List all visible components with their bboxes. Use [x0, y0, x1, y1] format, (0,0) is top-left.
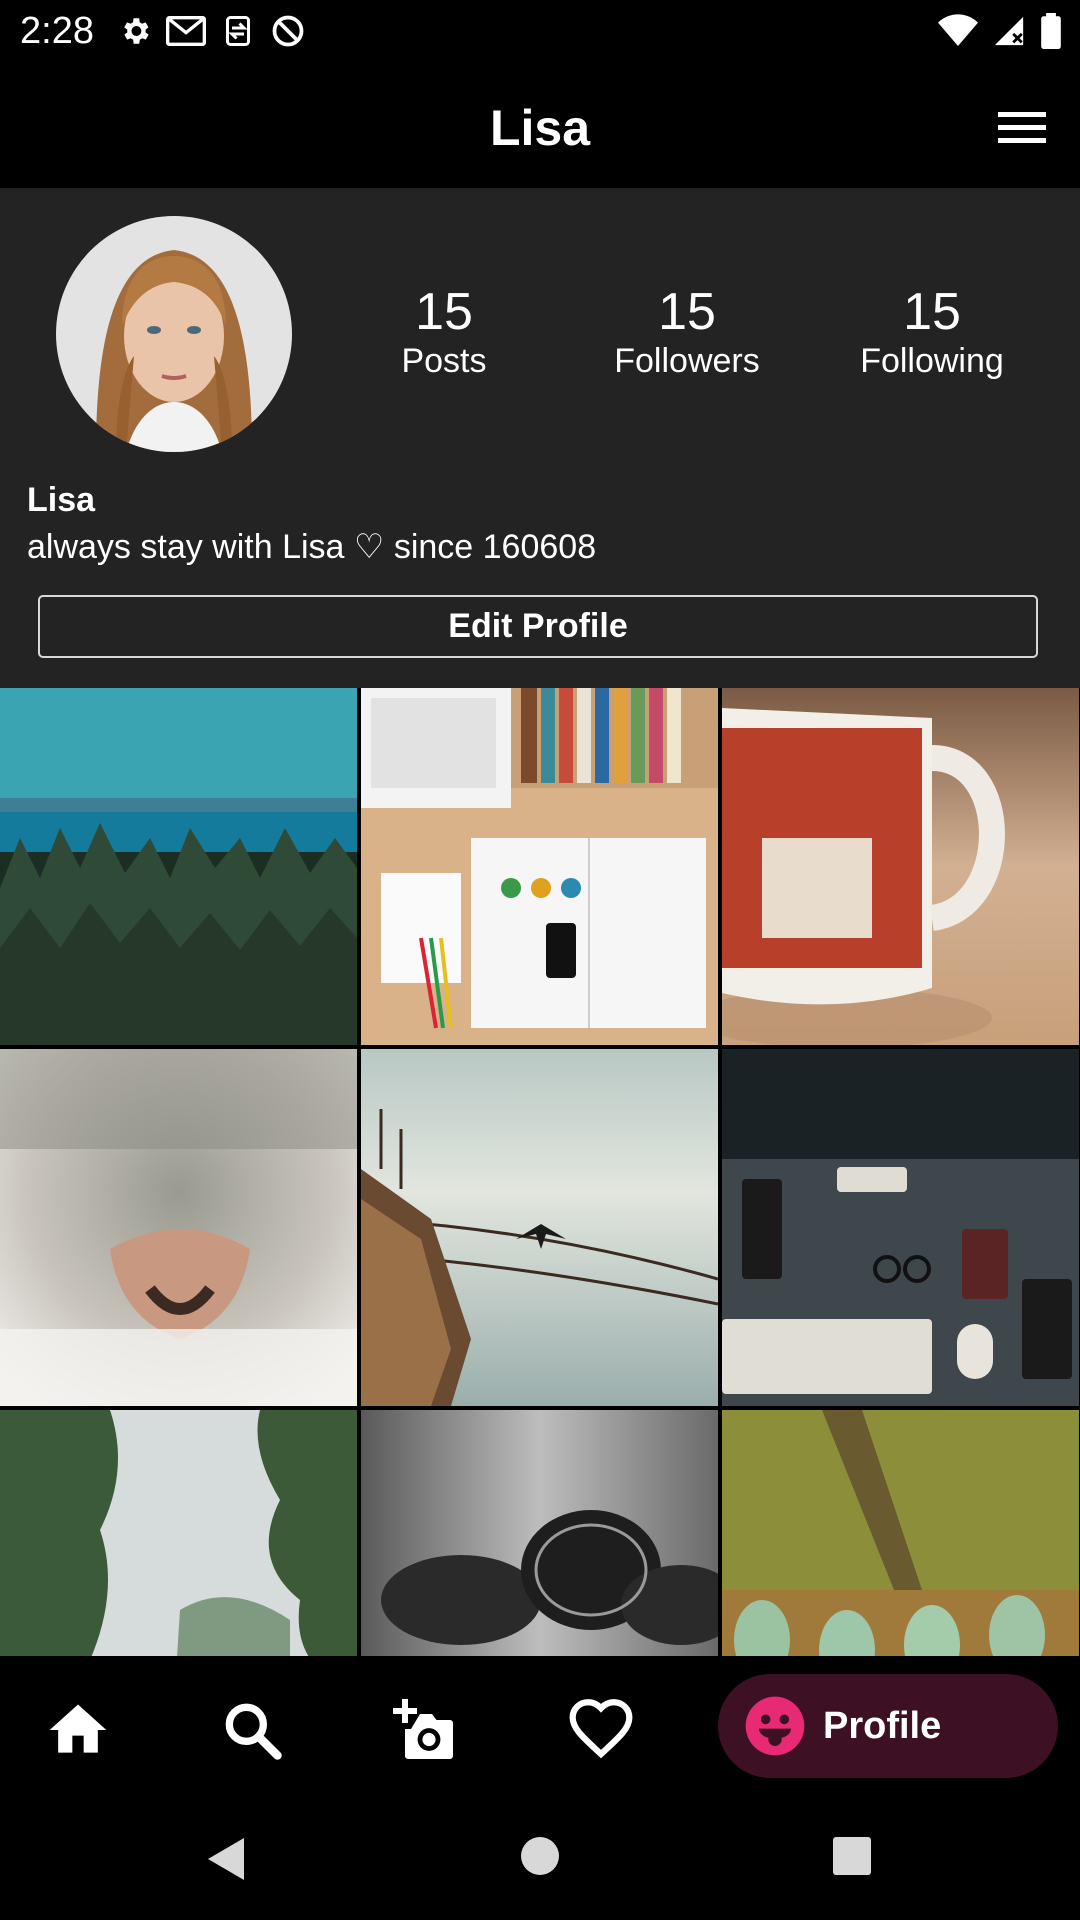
nav-search-button[interactable] — [218, 1696, 286, 1764]
nav-add-photo-button[interactable] — [390, 1696, 458, 1764]
back-icon[interactable] — [204, 1836, 248, 1882]
wifi-icon — [938, 14, 978, 46]
followers-count: 15 — [658, 283, 716, 341]
post-thumbnail-coffee-mug[interactable] — [722, 688, 1079, 1045]
sync-icon — [226, 16, 250, 46]
post-thumbnail-glass-bottles[interactable] — [722, 1410, 1079, 1656]
posts-label: Posts — [401, 342, 487, 380]
post-thumbnail-boat-bird[interactable] — [361, 1049, 718, 1406]
signal-icon — [994, 16, 1024, 46]
status-bar: 2:28 — [0, 0, 1080, 62]
post-thumbnail-pine-cones[interactable] — [361, 1410, 718, 1656]
menu-button[interactable] — [992, 106, 1052, 150]
following-label: Following — [860, 342, 1004, 380]
battery-icon — [1041, 13, 1061, 49]
do-not-disturb-icon — [272, 15, 304, 47]
status-icons-right — [938, 10, 1062, 52]
heart-icon — [569, 1699, 633, 1759]
settings-icon — [124, 18, 149, 44]
edit-profile-button[interactable]: Edit Profile — [38, 595, 1038, 658]
post-thumbnail-landscape[interactable] — [0, 688, 357, 1045]
posts-count: 15 — [415, 283, 473, 341]
home-icon — [49, 1704, 107, 1753]
profile-face-icon — [745, 1696, 805, 1756]
home-circle-icon[interactable] — [520, 1836, 560, 1876]
profile-bio: always stay with Lisa ♡ since 160608 — [27, 528, 597, 566]
nav-profile-button[interactable]: Profile — [718, 1674, 1058, 1778]
post-thumbnail-desk-books[interactable] — [361, 688, 718, 1045]
bottom-navigation: Profile — [0, 1656, 1080, 1796]
nav-home-button[interactable] — [44, 1696, 112, 1764]
add-photo-icon — [393, 1699, 453, 1759]
posts-grid — [0, 688, 1080, 1656]
status-icons-left — [118, 10, 306, 52]
avatar[interactable] — [56, 216, 292, 452]
followers-label: Followers — [614, 342, 760, 380]
post-thumbnail-desk-keyboard[interactable] — [722, 1049, 1079, 1406]
status-time: 2:28 — [20, 10, 94, 52]
following-count: 15 — [903, 283, 961, 341]
post-thumbnail-trees[interactable] — [0, 1410, 357, 1656]
hamburger-menu-icon — [998, 112, 1046, 143]
stat-posts[interactable]: 15 Posts — [334, 284, 554, 382]
gmail-icon — [166, 16, 206, 46]
stat-following[interactable]: 15 Following — [822, 284, 1042, 382]
app-bar: Lisa — [0, 62, 1080, 188]
page-title: Lisa — [489, 100, 591, 156]
nav-profile-label: Profile — [823, 1705, 942, 1747]
nav-activity-button[interactable] — [567, 1696, 635, 1764]
stat-followers[interactable]: 15 Followers — [577, 284, 797, 382]
recents-icon[interactable] — [832, 1836, 872, 1876]
profile-name: Lisa — [27, 481, 96, 519]
profile-header: 15 Posts 15 Followers 15 Following Lisa … — [0, 188, 1080, 688]
search-icon — [225, 1703, 282, 1760]
system-navigation — [0, 1796, 1080, 1920]
post-thumbnail-cat-nose[interactable] — [0, 1049, 357, 1406]
